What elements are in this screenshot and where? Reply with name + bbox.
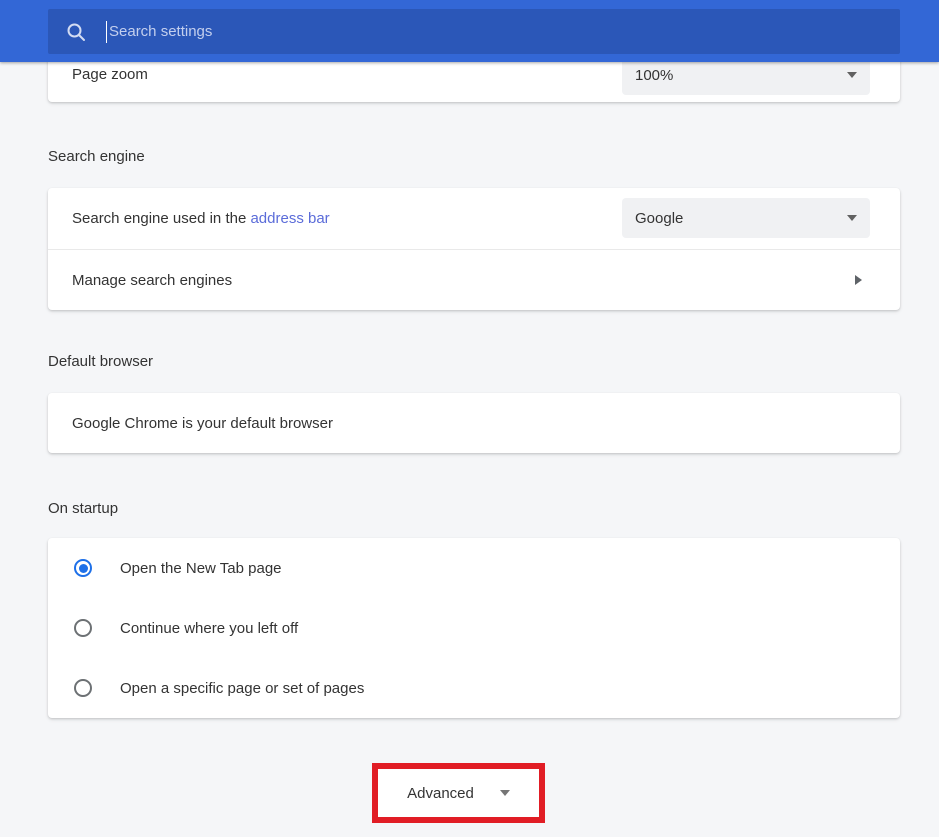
search-engine-select[interactable]: Google bbox=[622, 198, 870, 238]
section-title-search-engine: Search engine bbox=[48, 148, 145, 166]
radio-selected-icon[interactable] bbox=[74, 559, 92, 577]
text-cursor bbox=[106, 21, 107, 43]
search-engine-row-label: Search engine used in the address bar bbox=[72, 210, 330, 227]
search-icon bbox=[65, 21, 87, 43]
subpage-arrow-icon bbox=[855, 275, 862, 285]
startup-option-continue[interactable]: Continue where you left off bbox=[48, 598, 900, 658]
annotation-highlight-box: Advanced bbox=[372, 763, 545, 823]
page-zoom-label: Page zoom bbox=[72, 66, 148, 83]
chevron-down-icon bbox=[500, 790, 510, 796]
on-startup-card: Open the New Tab page Continue where you… bbox=[48, 538, 900, 718]
chevron-down-icon bbox=[847, 215, 857, 221]
section-title-default-browser: Default browser bbox=[48, 353, 153, 371]
search-placeholder: Search settings bbox=[109, 23, 212, 40]
manage-search-engines-label: Manage search engines bbox=[72, 272, 232, 289]
settings-search-header: Search settings bbox=[0, 0, 939, 62]
startup-option-label: Open a specific page or set of pages bbox=[120, 680, 364, 697]
search-engine-value: Google bbox=[635, 210, 683, 227]
default-browser-card: Google Chrome is your default browser bbox=[48, 393, 900, 453]
section-title-on-startup: On startup bbox=[48, 500, 118, 518]
radio-unselected-icon[interactable] bbox=[74, 679, 92, 697]
advanced-button[interactable]: Advanced bbox=[378, 769, 539, 817]
startup-option-label: Open the New Tab page bbox=[120, 560, 282, 577]
startup-option-label: Continue where you left off bbox=[120, 620, 298, 637]
page-zoom-value: 100% bbox=[635, 67, 673, 84]
manage-search-engines-row[interactable]: Manage search engines bbox=[48, 250, 900, 310]
radio-unselected-icon[interactable] bbox=[74, 619, 92, 637]
chevron-down-icon bbox=[847, 72, 857, 78]
advanced-button-label: Advanced bbox=[407, 785, 474, 802]
search-engine-label-text: Search engine used in the bbox=[72, 210, 250, 227]
startup-option-specific-pages[interactable]: Open a specific page or set of pages bbox=[48, 658, 900, 718]
startup-option-new-tab[interactable]: Open the New Tab page bbox=[48, 538, 900, 598]
search-engine-card: Search engine used in the address bar Go… bbox=[48, 188, 900, 310]
default-browser-status: Google Chrome is your default browser bbox=[72, 415, 333, 432]
address-bar-link[interactable]: address bar bbox=[250, 210, 329, 227]
chrome-settings-page: Search settings Page zoom 100% Search en… bbox=[0, 0, 939, 837]
settings-search-input[interactable]: Search settings bbox=[48, 9, 900, 54]
